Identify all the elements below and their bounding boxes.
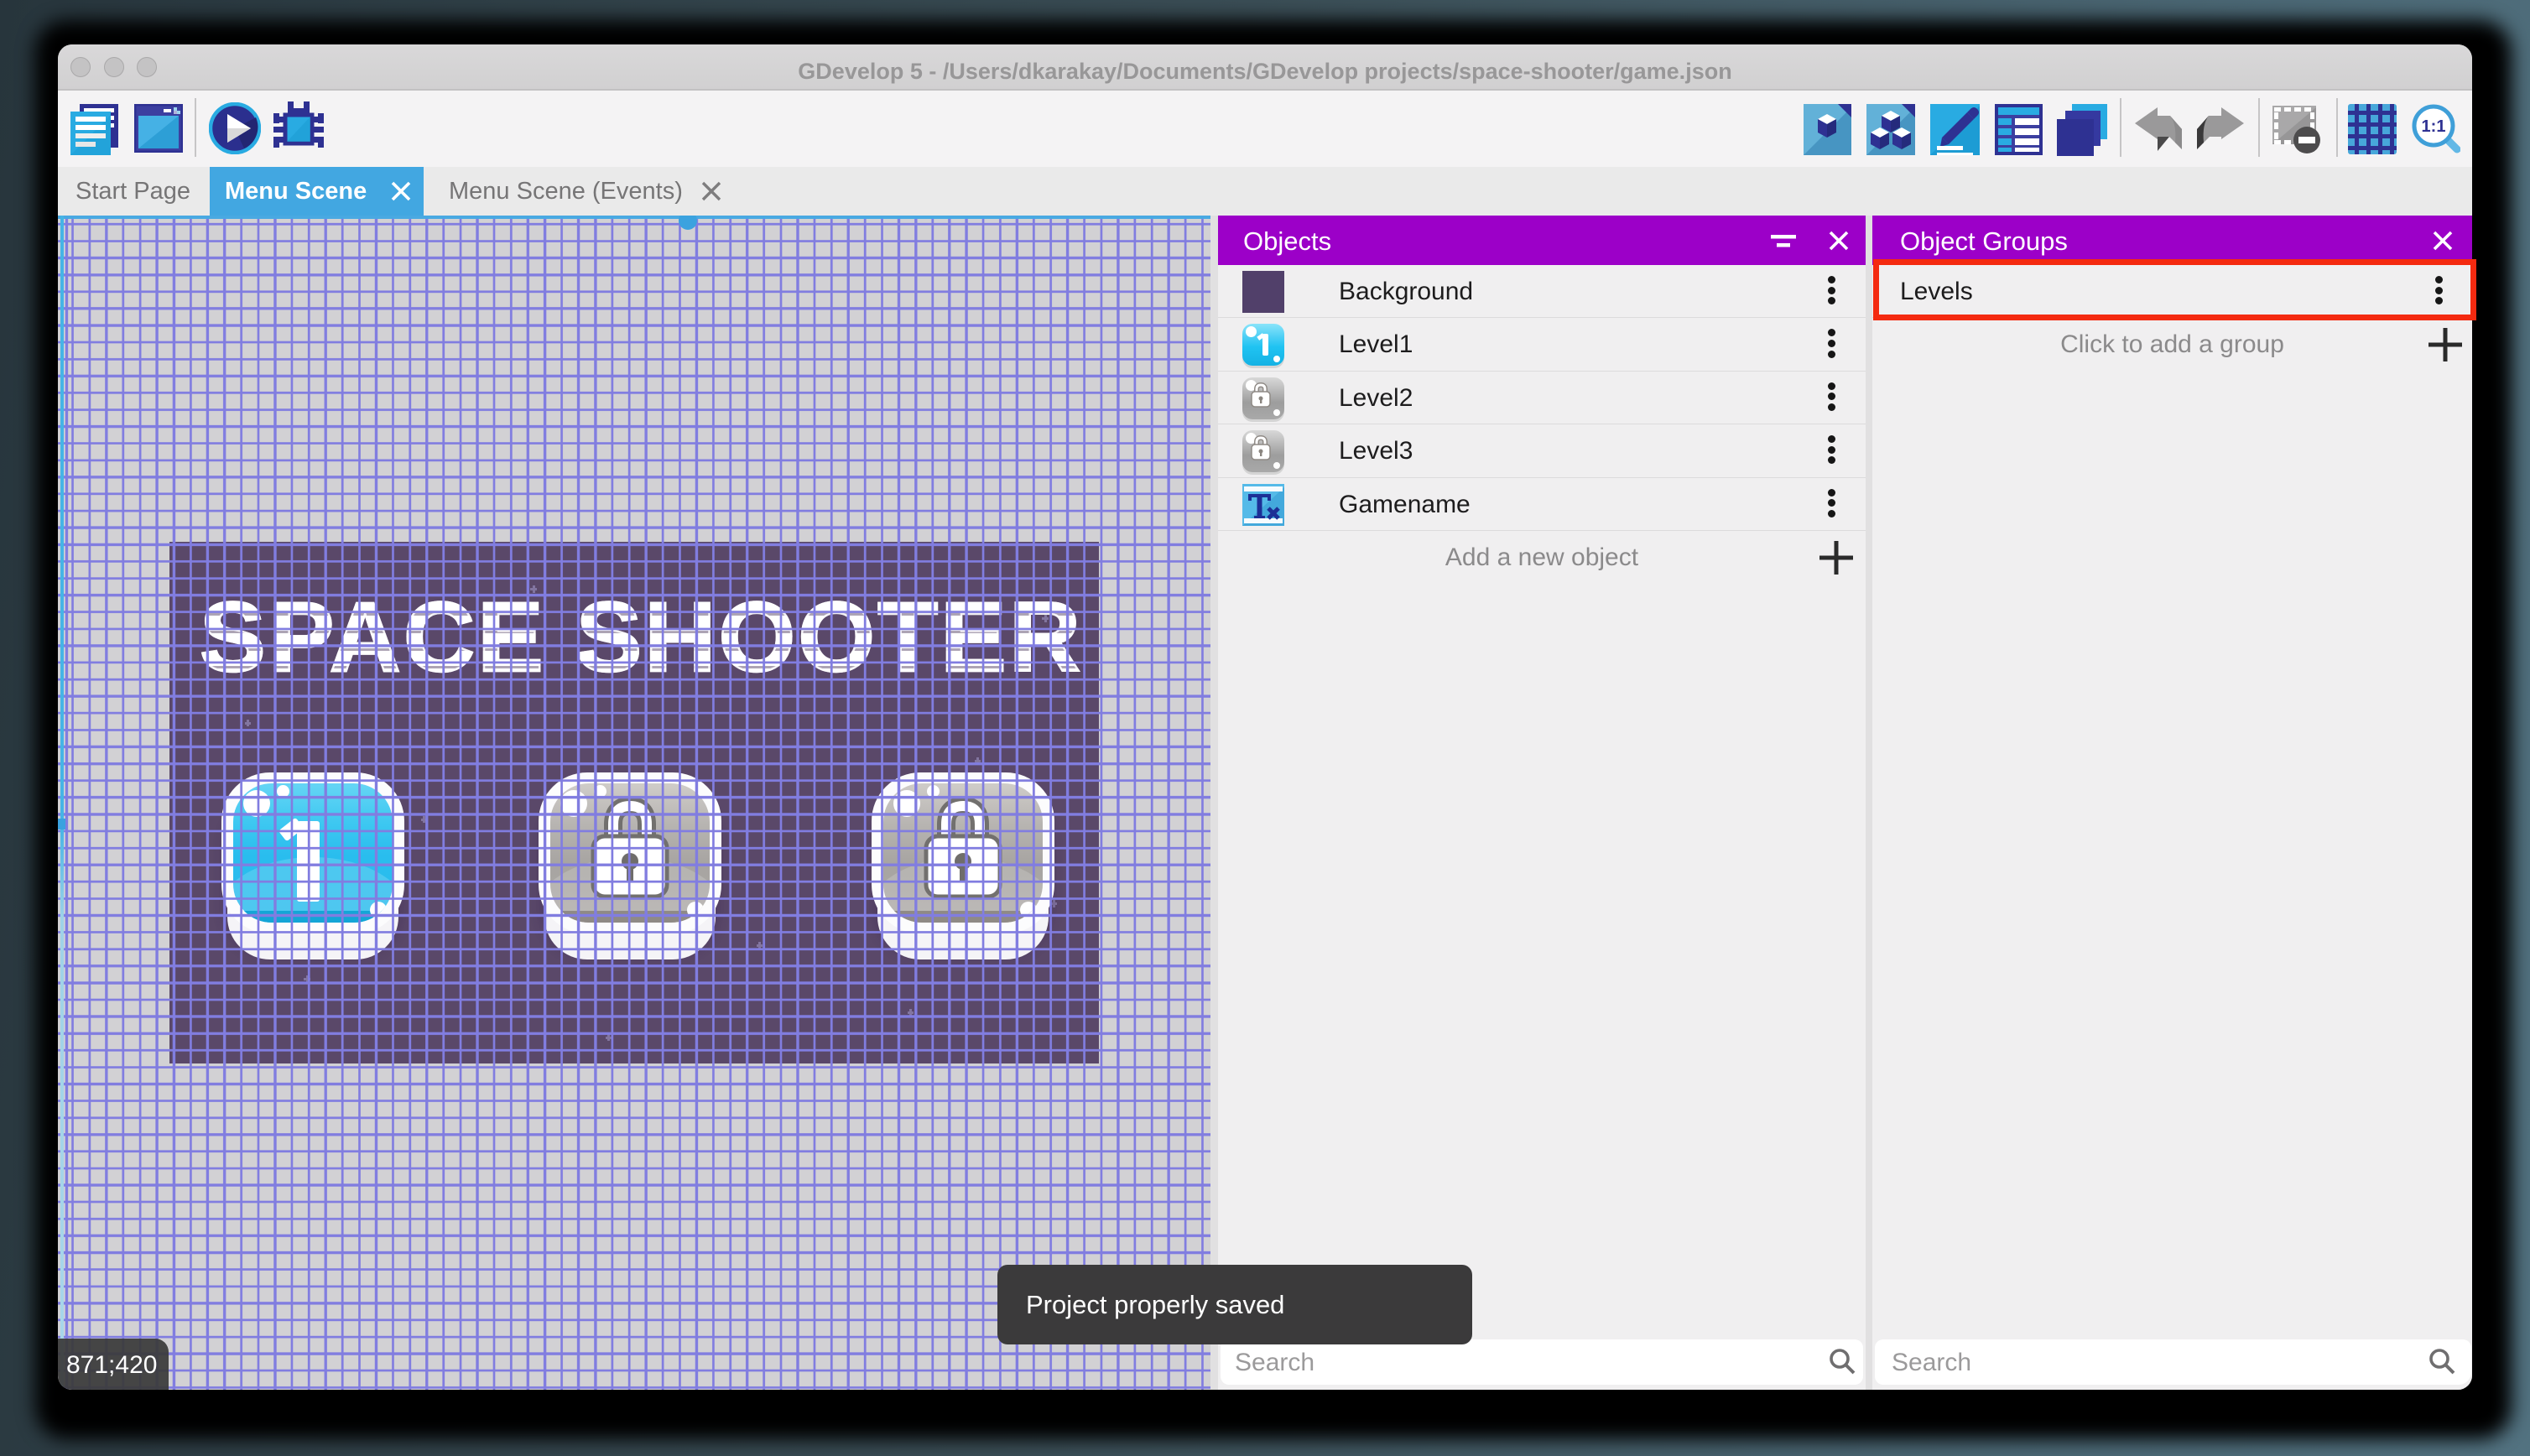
svg-text:1:1: 1:1 [2422,117,2446,136]
